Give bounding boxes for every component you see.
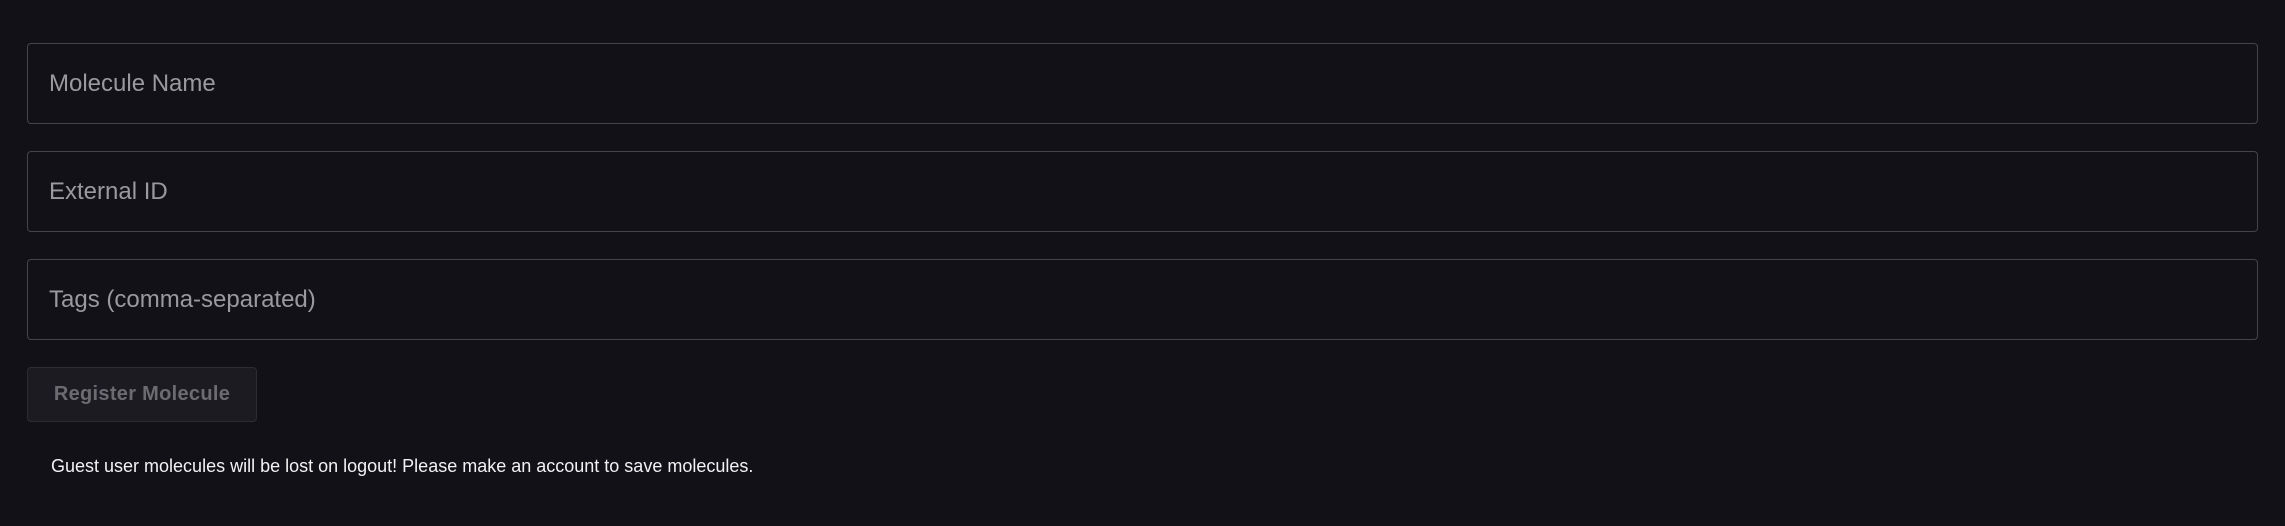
molecule-name-input[interactable] bbox=[28, 44, 2257, 123]
molecule-registration-form: Register Molecule Guest user molecules w… bbox=[0, 0, 2285, 526]
external-id-field[interactable] bbox=[27, 151, 2258, 232]
tags-field[interactable] bbox=[27, 259, 2258, 340]
guest-warning-notice: Guest user molecules will be lost on log… bbox=[51, 456, 754, 476]
tags-input[interactable] bbox=[28, 260, 2257, 339]
external-id-input[interactable] bbox=[28, 152, 2257, 231]
molecule-name-field[interactable] bbox=[27, 43, 2258, 124]
register-molecule-button[interactable]: Register Molecule bbox=[27, 367, 257, 422]
